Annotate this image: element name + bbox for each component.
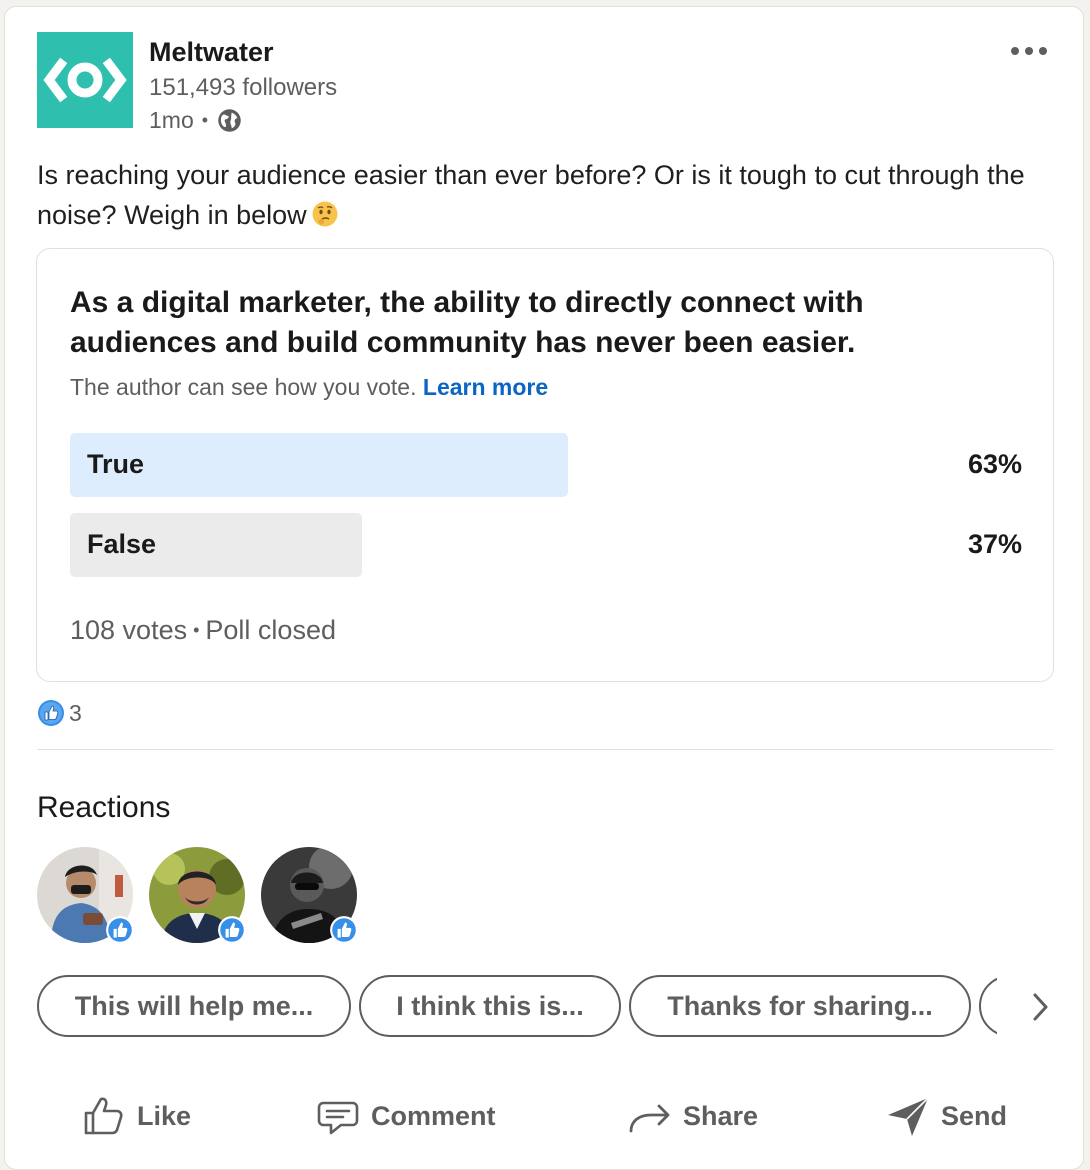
reaction-count[interactable]: 3 (37, 699, 82, 727)
dot-icon (1011, 47, 1019, 55)
like-button[interactable]: Like (81, 1081, 191, 1151)
poll-option-percent: 37% (967, 529, 1022, 559)
share-button[interactable]: Share (627, 1081, 758, 1151)
share-label: Share (683, 1100, 759, 1131)
reactor-avatar-3[interactable] (261, 847, 359, 945)
reactor-avatar-1[interactable] (37, 847, 135, 945)
dot-icon (1039, 47, 1047, 55)
post-meta: 1mo • (149, 107, 243, 134)
chevron-right-icon[interactable] (1025, 987, 1055, 1027)
thumbs-up-icon (84, 1097, 123, 1135)
poll-note: The author can see how you vote. Learn m… (70, 374, 548, 401)
comment-button[interactable]: Comment (315, 1081, 496, 1151)
post-age: 1mo (149, 107, 194, 133)
like-badge-icon (329, 915, 359, 945)
reactor-avatar-2[interactable] (149, 847, 247, 945)
poll-option-bar (70, 433, 568, 497)
reaction-count-value: 3 (69, 699, 82, 726)
action-bar: Like Comment Share Send (5, 1081, 1083, 1151)
share-arrow-icon (629, 1104, 670, 1133)
post-text: Is reaching your audience easier than ev… (37, 155, 1067, 235)
globe-icon (216, 107, 243, 134)
comment-label: Comment (371, 1100, 496, 1131)
poll-note-text: The author can see how you vote. (70, 374, 417, 400)
suggestion-chip-2[interactable]: I think this is... (359, 975, 621, 1037)
send-icon (888, 1097, 929, 1136)
follower-count: 151,493 followers (149, 74, 338, 101)
company-logo[interactable] (37, 32, 133, 128)
more-options-button[interactable] (1005, 41, 1053, 61)
like-reaction-icon (38, 700, 64, 726)
like-badge-icon (217, 915, 247, 945)
like-badge-icon (105, 915, 135, 945)
poll-question: As a digital marketer, the ability to di… (70, 286, 864, 359)
poll-votes: 108 votes (70, 615, 188, 645)
divider (37, 749, 1053, 750)
post-card: Meltwater 151,493 followers 1mo • Is rea… (4, 6, 1084, 1170)
thinking-face-icon (311, 199, 339, 227)
suggested-comments: This will help me... I think this is... … (37, 975, 997, 1039)
poll-footer: 108 votes • Poll closed (70, 615, 336, 646)
reactions-heading: Reactions (37, 791, 171, 824)
poll-status: Poll closed (205, 615, 336, 645)
comment-icon (317, 1101, 359, 1135)
footer-separator: • (193, 620, 200, 640)
poll-option-percent: 63% (967, 449, 1022, 479)
suggestion-chip-1[interactable]: This will help me... (37, 975, 351, 1037)
dot-icon (1025, 47, 1033, 55)
suggestion-chip-3[interactable]: Thanks for sharing... (629, 975, 971, 1037)
send-button[interactable]: Send (885, 1081, 1007, 1151)
poll-option-true: True 63% (70, 433, 1022, 497)
meta-separator: • (201, 110, 209, 130)
author-name[interactable]: Meltwater (149, 37, 274, 68)
poll-option-label: True (87, 449, 145, 479)
like-label: Like (137, 1100, 192, 1131)
send-label: Send (941, 1100, 1008, 1131)
poll: As a digital marketer, the ability to di… (36, 248, 1054, 682)
poll-option-false: False 37% (70, 513, 1022, 577)
learn-more-link[interactable]: Learn more (423, 374, 548, 400)
poll-option-label: False (87, 529, 157, 559)
suggestion-chip-4[interactable] (979, 975, 997, 1037)
post-body: Is reaching your audience easier than ev… (37, 160, 1025, 230)
